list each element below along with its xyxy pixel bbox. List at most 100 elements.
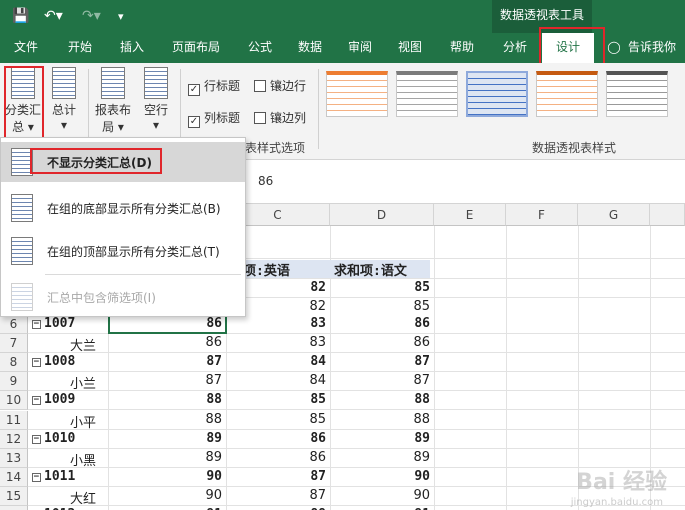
menu-item-bottom-subtotals[interactable]: 在组的底部显示所有分类汇总(B): [1, 188, 245, 228]
cell-b[interactable]: 90: [112, 469, 222, 484]
lightbulb-icon[interactable]: ◯: [604, 33, 624, 63]
pivot-style-blue-selected[interactable]: [466, 71, 528, 117]
row-header[interactable]: 8: [0, 353, 28, 372]
cell-d[interactable]: 90: [334, 488, 430, 503]
save-icon[interactable]: 💾: [12, 8, 29, 24]
cell-d[interactable]: 89: [334, 431, 430, 446]
cell-c[interactable]: 87: [230, 488, 326, 503]
cell-c[interactable]: 84: [230, 354, 326, 369]
row-item-label[interactable]: 小兰: [70, 373, 96, 392]
banded-cols-checkbox[interactable]: 镶边列: [254, 109, 306, 126]
menu-item-include-filtered[interactable]: 汇总中包含筛选项(I): [1, 277, 245, 317]
report-layout-button[interactable]: 报表布 局 ▾: [92, 67, 134, 135]
pivot-style-orange[interactable]: [326, 71, 388, 117]
cell-b[interactable]: 90: [112, 488, 222, 503]
cell-c[interactable]: 84: [230, 373, 326, 388]
row-header[interactable]: 16: [0, 506, 28, 510]
pivot-header-cell[interactable]: 和项:英语 求和项:语文: [230, 260, 430, 279]
cell-b[interactable]: 89: [112, 431, 222, 446]
cell-b[interactable]: 89: [112, 450, 222, 465]
col-header-f[interactable]: F: [506, 204, 578, 226]
cell-d[interactable]: 86: [334, 335, 430, 350]
cell-c[interactable]: 83: [230, 335, 326, 350]
row-group-label[interactable]: −1008: [32, 354, 75, 369]
tab-home[interactable]: 开始: [58, 33, 102, 63]
row-group-label[interactable]: −1009: [32, 392, 75, 407]
cell-d-upper-2[interactable]: 85: [334, 299, 430, 314]
row-header[interactable]: 10: [0, 391, 28, 410]
collapse-icon[interactable]: −: [32, 435, 41, 444]
row-group-label[interactable]: −1011: [32, 469, 75, 484]
row-header[interactable]: 9: [0, 372, 28, 391]
banded-rows-checkbox[interactable]: 镶边行: [254, 77, 306, 94]
undo-icon[interactable]: ↶▾: [44, 8, 63, 24]
cell-d-upper-1[interactable]: 85: [334, 280, 430, 295]
cell-c[interactable]: 87: [230, 469, 326, 484]
row-header[interactable]: 7: [0, 334, 28, 353]
collapse-icon[interactable]: −: [32, 473, 41, 482]
tab-view[interactable]: 视图: [388, 33, 432, 63]
col-header-e[interactable]: E: [434, 204, 506, 226]
grid-line: [28, 448, 685, 449]
cell-c[interactable]: 86: [230, 431, 326, 446]
cell-b[interactable]: 87: [112, 373, 222, 388]
grand-totals-button[interactable]: 总计 ▾: [46, 67, 82, 132]
collapse-icon[interactable]: −: [32, 358, 41, 367]
cell-b[interactable]: 88: [112, 412, 222, 427]
cell-d[interactable]: 88: [334, 392, 430, 407]
row-group-label[interactable]: −1007: [32, 316, 75, 331]
col-header-g[interactable]: G: [578, 204, 650, 226]
cell-d[interactable]: 89: [334, 450, 430, 465]
cell-d[interactable]: 90: [334, 469, 430, 484]
cell-d[interactable]: 86: [334, 316, 430, 331]
tab-page-layout[interactable]: 页面布局: [162, 33, 230, 63]
row-item-label[interactable]: 小平: [70, 412, 96, 431]
tab-file[interactable]: 文件: [6, 33, 46, 63]
cell-d[interactable]: 88: [334, 412, 430, 427]
formula-input[interactable]: 86: [258, 174, 273, 188]
row-group-label[interactable]: −1010: [32, 431, 75, 446]
customize-qat-icon[interactable]: ▾: [118, 10, 124, 23]
tab-insert[interactable]: 插入: [110, 33, 154, 63]
col-header-d[interactable]: D: [330, 204, 434, 226]
pivot-style-orange-2[interactable]: [536, 71, 598, 117]
collapse-icon[interactable]: −: [32, 396, 41, 405]
pivot-style-gray-2[interactable]: [606, 71, 668, 117]
row-header[interactable]: 15: [0, 487, 28, 506]
tab-analyze[interactable]: 分析: [492, 33, 538, 63]
col-headers-checkbox[interactable]: ✓ 列标题: [188, 109, 240, 128]
tab-help[interactable]: 帮助: [440, 33, 484, 63]
cell-b[interactable]: 87: [112, 354, 222, 369]
cell-d[interactable]: 87: [334, 373, 430, 388]
row-header[interactable]: 12: [0, 430, 28, 449]
tab-formulas[interactable]: 公式: [238, 33, 282, 63]
banded-rows-label: 镶边行: [270, 79, 307, 93]
tab-review[interactable]: 审阅: [338, 33, 382, 63]
cell-c[interactable]: 85: [230, 412, 326, 427]
cell-b[interactable]: 88: [112, 392, 222, 407]
row-item-label[interactable]: 小黑: [70, 450, 96, 469]
row-item-label[interactable]: 大兰: [70, 335, 96, 354]
row-header[interactable]: 6: [0, 315, 28, 334]
cell-c[interactable]: 83: [230, 316, 326, 331]
cell-c[interactable]: 85: [230, 392, 326, 407]
menu-item-top-subtotals[interactable]: 在组的顶部显示所有分类汇总(T): [1, 231, 245, 271]
style-options-group-label: 表样式选项: [245, 141, 306, 155]
pivot-style-gray[interactable]: [396, 71, 458, 117]
row-label-text: 大红: [70, 492, 97, 507]
tab-data[interactable]: 数据: [288, 33, 332, 63]
cell-b[interactable]: 86: [112, 335, 222, 350]
redo-icon[interactable]: ↷▾: [82, 8, 101, 24]
row-item-label[interactable]: 大红: [70, 488, 96, 507]
tell-me-search[interactable]: 告诉我你想: [628, 33, 685, 63]
cell-d[interactable]: 87: [334, 354, 430, 369]
cell-c[interactable]: 86: [230, 450, 326, 465]
row-header[interactable]: 13: [0, 449, 28, 468]
col-header-h[interactable]: [650, 204, 685, 226]
collapse-icon[interactable]: −: [32, 320, 41, 329]
blank-rows-button[interactable]: 空行 ▾: [138, 67, 174, 132]
row-headers-checkbox[interactable]: ✓ 行标题: [188, 77, 240, 96]
top-subtotals-icon: [11, 237, 33, 265]
row-header[interactable]: 14: [0, 468, 28, 487]
row-header[interactable]: 11: [0, 411, 28, 430]
